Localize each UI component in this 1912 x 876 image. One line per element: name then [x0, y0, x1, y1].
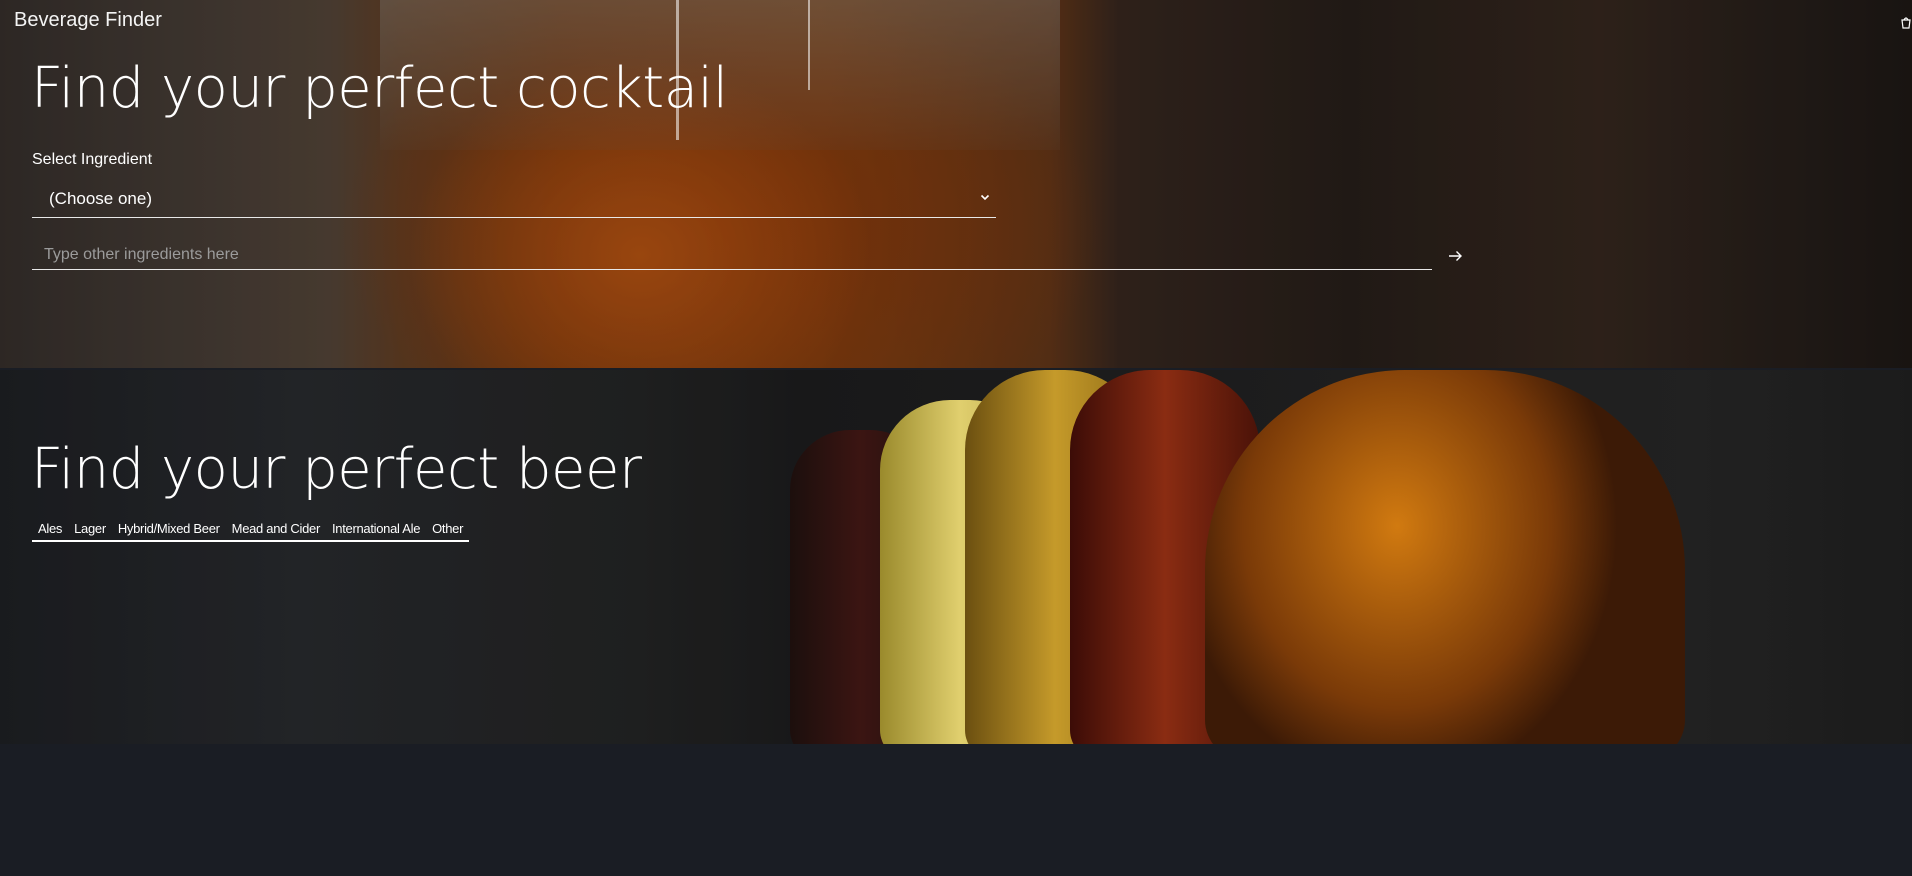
ingredient-label: Select Ingredient	[32, 151, 153, 168]
ingredient-select[interactable]: (Choose one)	[32, 184, 996, 218]
tab-international-ale[interactable]: International Ale	[326, 518, 426, 538]
tab-lager[interactable]: Lager	[68, 518, 112, 538]
chevron-down-icon	[980, 194, 990, 201]
ingredient-select-value: (Choose one)	[49, 189, 153, 208]
other-ingredients-input[interactable]	[32, 240, 1432, 270]
tab-mead-and-cider[interactable]: Mead and Cider	[226, 518, 326, 538]
footer-band	[0, 744, 1912, 876]
cart-icon[interactable]	[1900, 15, 1912, 29]
cocktail-heading: Find your perfect cocktail	[31, 56, 728, 121]
beer-section	[0, 370, 1912, 744]
app-title[interactable]: Beverage Finder	[14, 9, 162, 32]
arrow-right-icon[interactable]	[1448, 250, 1463, 262]
tab-ales[interactable]: Ales	[32, 518, 68, 538]
orange-beer-glass	[1205, 370, 1685, 744]
beer-heading: Find your perfect beer	[31, 437, 642, 502]
beer-category-tabs: Ales Lager Hybrid/Mixed Beer Mead and Ci…	[32, 518, 470, 542]
glass-highlight	[808, 0, 810, 90]
tab-hybrid-mixed-beer[interactable]: Hybrid/Mixed Beer	[112, 518, 226, 538]
tab-other[interactable]: Other	[426, 518, 469, 538]
page: Beverage Finder Find your perfect cockta…	[0, 0, 1912, 876]
